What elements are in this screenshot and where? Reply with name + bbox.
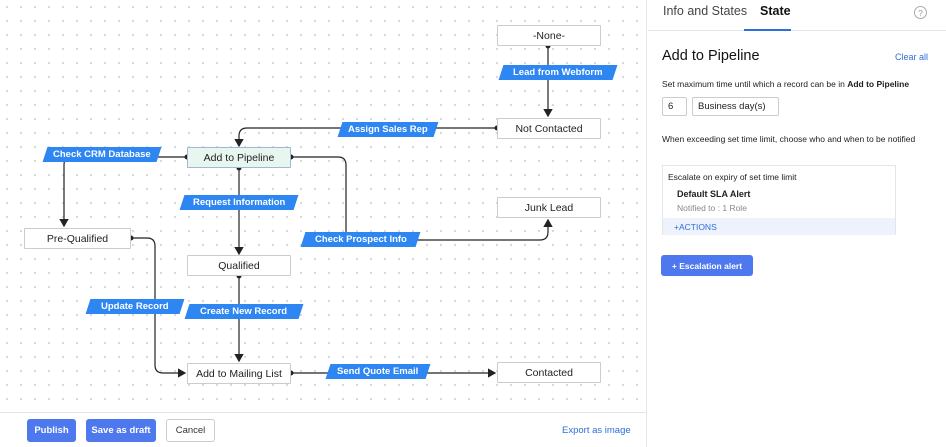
clear-all-link[interactable]: Clear all	[895, 52, 928, 62]
panel-tabs: Info and States State ?	[648, 0, 946, 31]
state-properties-panel: Info and States State ? Add to Pipeline …	[648, 0, 946, 447]
save-as-draft-button[interactable]: Save as draft	[86, 419, 156, 442]
notified-text: Notified to : 1 Role	[677, 203, 747, 213]
blueprint-canvas[interactable]: -None- Not Contacted Add to Pipeline Jun…	[0, 0, 647, 412]
exceed-description: When exceeding set time limit, choose wh…	[662, 134, 916, 144]
active-tab-indicator	[744, 29, 791, 31]
transition-assign-sales-rep[interactable]: Assign Sales Rep	[337, 122, 439, 137]
transition-create-new-record[interactable]: Create New Record	[184, 304, 304, 319]
transition-lead-from-webform[interactable]: Lead from Webform	[498, 65, 618, 80]
transition-update-record[interactable]: Update Record	[85, 299, 185, 314]
cancel-button[interactable]: Cancel	[166, 419, 215, 442]
transition-request-information[interactable]: Request Information	[179, 195, 299, 210]
actions-button[interactable]: +ACTIONS	[663, 218, 895, 235]
state-none[interactable]: -None-	[497, 25, 601, 46]
escalation-alert-button[interactable]: + Escalation alert	[661, 255, 753, 276]
escalate-heading: Escalate on expiry of set time limit	[668, 172, 797, 182]
state-not-contacted[interactable]: Not Contacted	[497, 118, 601, 139]
state-qualified[interactable]: Qualified	[187, 255, 291, 276]
state-add-to-mailing-list[interactable]: Add to Mailing List	[187, 363, 291, 384]
transition-send-quote-email[interactable]: Send Quote Email	[325, 364, 431, 379]
export-as-image-link[interactable]: Export as image	[562, 425, 631, 436]
state-pre-qualified[interactable]: Pre-Qualified	[24, 228, 131, 249]
transition-check-crm-database[interactable]: Check CRM Database	[42, 147, 162, 162]
publish-button[interactable]: Publish	[27, 419, 76, 442]
time-unit-select[interactable]: Business day(s)	[692, 97, 779, 116]
help-icon[interactable]: ?	[914, 6, 927, 19]
state-add-to-pipeline[interactable]: Add to Pipeline	[187, 147, 291, 168]
tab-state[interactable]: State	[760, 4, 791, 18]
transition-check-prospect-info[interactable]: Check Prospect Info	[300, 232, 421, 247]
alert-name[interactable]: Default SLA Alert	[677, 189, 750, 199]
time-limit-description: Set maximum time until which a record ca…	[662, 79, 910, 89]
tab-info-and-states[interactable]: Info and States	[663, 4, 747, 18]
escalation-box: Escalate on expiry of set time limit Def…	[662, 165, 896, 235]
time-value-input[interactable]: 6	[662, 97, 687, 116]
state-contacted[interactable]: Contacted	[497, 362, 601, 383]
panel-title: Add to Pipeline	[662, 48, 760, 64]
footer-toolbar: Publish Save as draft Cancel Export as i…	[0, 412, 647, 447]
state-junk-lead[interactable]: Junk Lead	[497, 197, 601, 218]
